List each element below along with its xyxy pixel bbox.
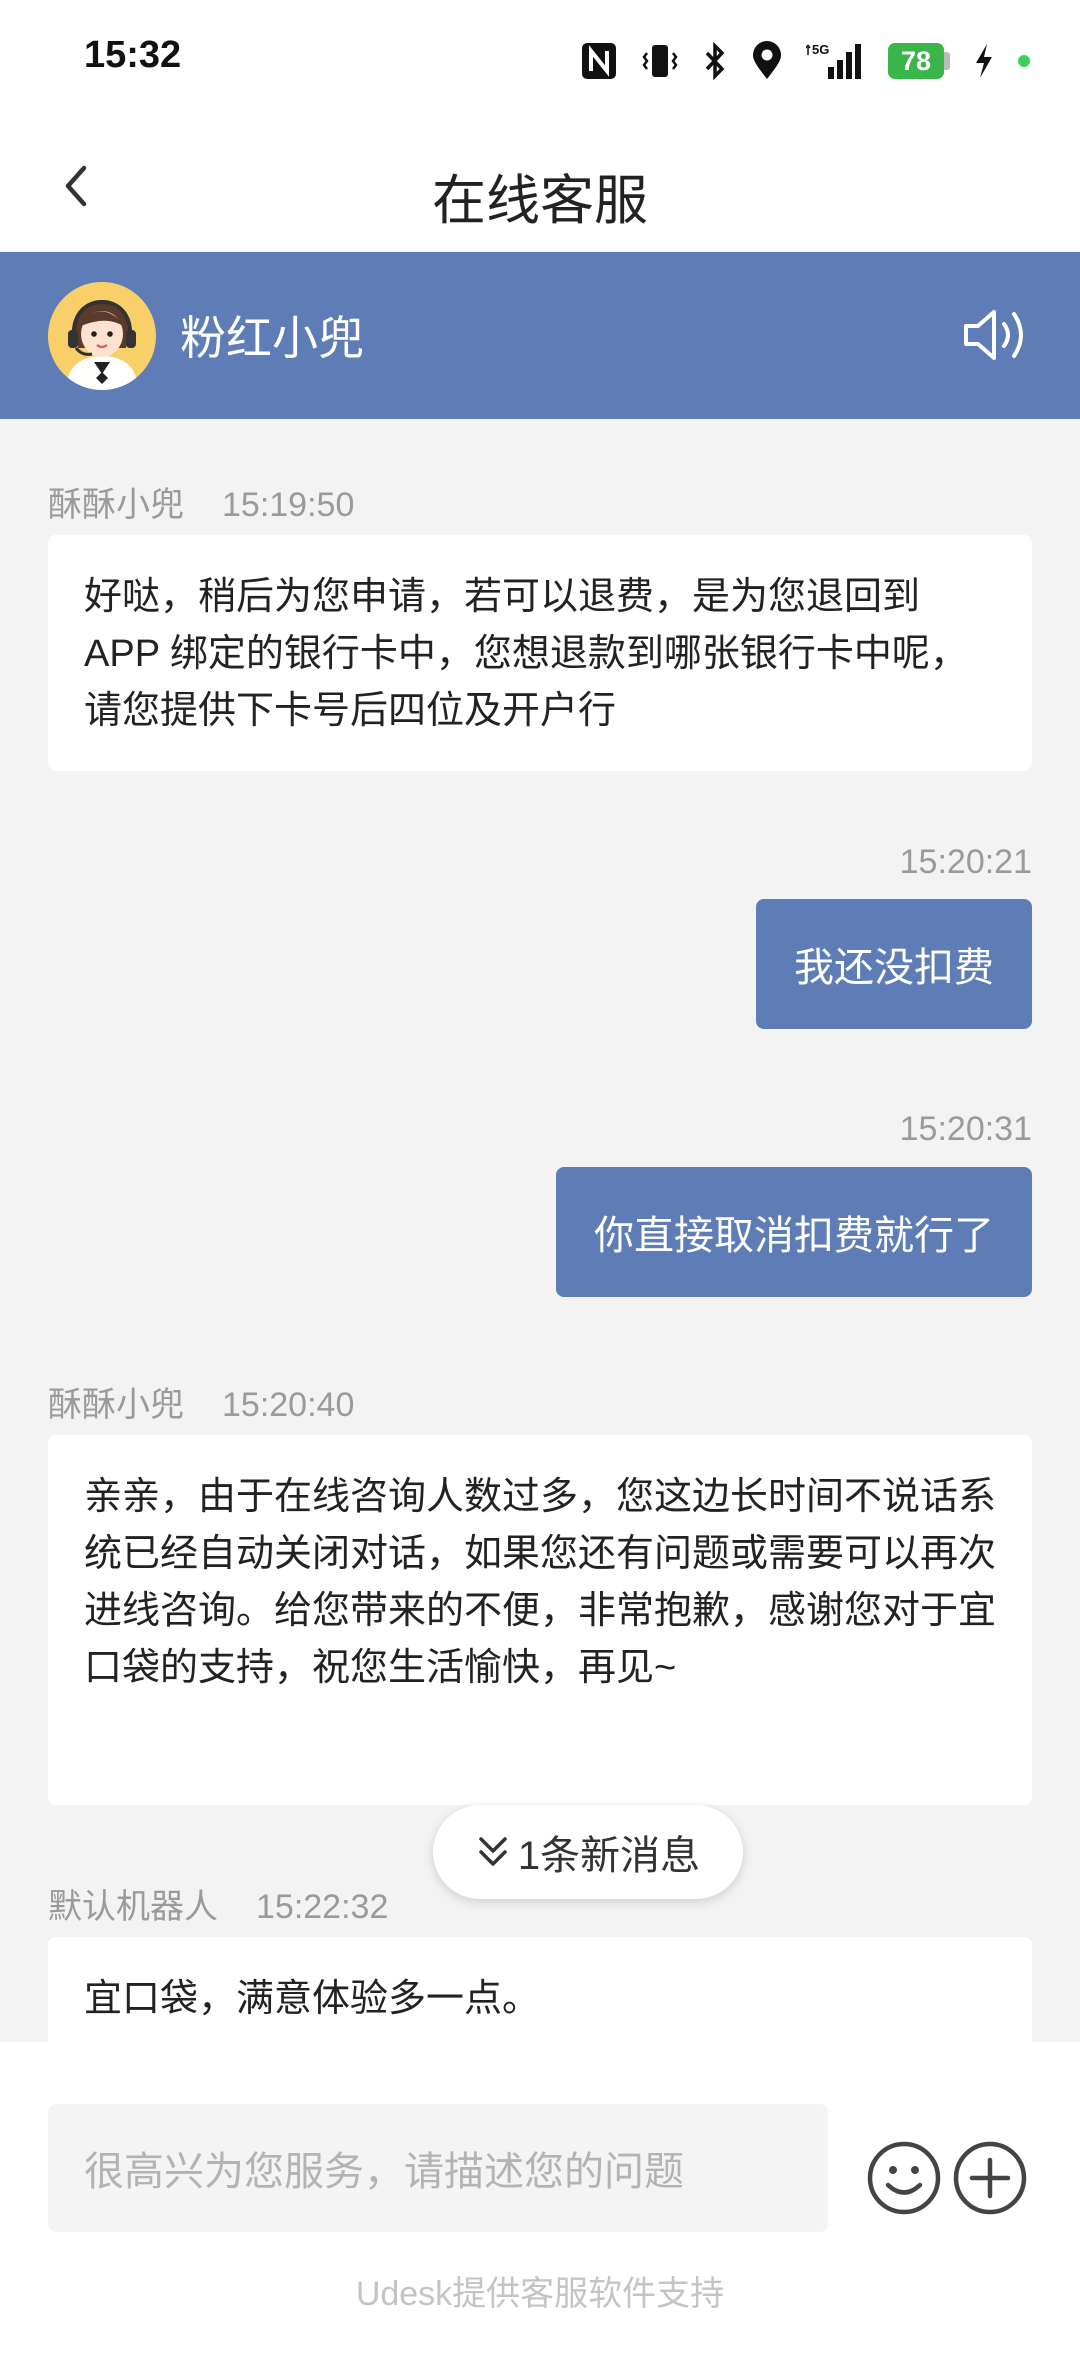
message-time: 15:20:21 xyxy=(899,843,1032,881)
input-area: 很高兴为您服务，请描述您的问题 Udesk提供客服软件支持 xyxy=(0,2042,1080,2374)
new-message-button[interactable]: 1条新消息 xyxy=(433,1805,743,1899)
status-time: 15:32 xyxy=(84,34,182,76)
nfc-icon xyxy=(580,41,618,81)
message-meta: 默认机器人 15:22:32 xyxy=(48,1879,388,1928)
message-time: 15:22:32 xyxy=(256,1888,389,1926)
plus-icon xyxy=(953,2141,1027,2215)
emoji-icon xyxy=(867,2141,941,2215)
incoming-message-bubble: 亲亲，由于在线咨询人数过多，您这边长时间不说话系统已经自动关闭对话，如果您还有问… xyxy=(48,1435,1032,1805)
double-chevron-down-icon xyxy=(479,1837,507,1866)
emoji-button[interactable] xyxy=(866,2140,942,2216)
speaker-icon xyxy=(964,310,1023,360)
location-icon xyxy=(750,41,784,81)
sender-name: 酥酥小兜 xyxy=(48,486,184,524)
back-button[interactable] xyxy=(52,156,112,216)
svg-text:5G: 5G xyxy=(812,42,829,57)
bluetooth-icon xyxy=(702,41,728,81)
incoming-message-bubble: 宜口袋，满意体验多一点。 xyxy=(48,1937,1032,2042)
sound-toggle-button[interactable] xyxy=(962,304,1032,366)
notification-dot xyxy=(1018,55,1030,67)
signal-5g-icon: 5G xyxy=(806,41,866,81)
footer-note: Udesk提供客服软件支持 xyxy=(355,2275,725,2313)
back-arrow-icon xyxy=(65,165,87,207)
message-time: 15:20:40 xyxy=(222,1386,355,1424)
outgoing-message-bubble: 你直接取消扣费就行了 xyxy=(556,1167,1032,1297)
page-title: 在线客服 xyxy=(432,171,648,231)
chat-message-list[interactable]: 酥酥小兜 15:19:50 好哒，稍后为您申请，若可以退费，是为您退回到 APP … xyxy=(0,419,1080,2042)
status-bar: 15:32 5G 78 xyxy=(0,0,1080,120)
status-icons: 5G 78 xyxy=(580,36,1030,86)
more-actions-button[interactable] xyxy=(952,2140,1028,2216)
title-bar: 在线客服 xyxy=(0,120,1080,252)
sender-name: 默认机器人 xyxy=(48,1888,218,1926)
outgoing-message-bubble: 我还没扣费 xyxy=(756,899,1032,1029)
message-meta: 酥酥小兜 15:20:40 xyxy=(48,1377,354,1426)
agent-header: 粉红小兜 xyxy=(0,252,1080,419)
sender-name: 酥酥小兜 xyxy=(48,1386,184,1424)
message-time: 15:20:31 xyxy=(899,1110,1032,1148)
message-time: 15:19:50 xyxy=(222,486,355,524)
agent-name: 粉红小兜 xyxy=(180,312,364,364)
vibrate-icon xyxy=(640,41,680,81)
incoming-message-bubble: 好哒，稍后为您申请，若可以退费，是为您退回到 APP 绑定的银行卡中，您想退款到… xyxy=(48,535,1032,771)
battery-icon: 78 xyxy=(888,43,950,79)
agent-avatar xyxy=(48,282,156,390)
message-input[interactable]: 很高兴为您服务，请描述您的问题 xyxy=(48,2104,828,2232)
new-message-label: 1条新消息 xyxy=(517,1834,701,1878)
battery-level: 78 xyxy=(888,43,944,79)
charging-icon xyxy=(972,41,996,81)
message-meta: 酥酥小兜 15:19:50 xyxy=(48,477,354,526)
